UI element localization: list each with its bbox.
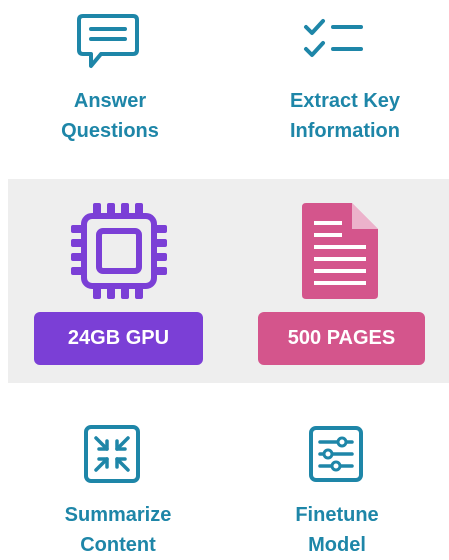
checklist-icon xyxy=(304,19,363,57)
gpu-badge-label: 24GB GPU xyxy=(67,327,170,349)
finetune-model-label: Finetune Model xyxy=(272,500,402,560)
extract-key-information-line1: Extract Key xyxy=(289,90,401,112)
compress-arrows-icon xyxy=(84,425,140,483)
cpu-chip-icon xyxy=(71,203,167,299)
chat-bubble-icon xyxy=(77,14,139,68)
pages-badge-label: 500 PAGES xyxy=(287,327,396,349)
document-icon xyxy=(302,203,378,299)
answer-questions-label: Answer Questions xyxy=(40,86,180,146)
summarize-content-line1: Summarize xyxy=(64,504,172,526)
pages-badge: 500 PAGES xyxy=(258,312,425,365)
answer-questions-line1: Answer xyxy=(73,90,147,112)
gpu-badge: 24GB GPU xyxy=(34,312,203,365)
summarize-content-label: Summarize Content xyxy=(48,500,188,560)
finetune-model-line2: Model xyxy=(308,534,366,556)
sliders-icon xyxy=(309,426,363,482)
finetune-model-line1: Finetune xyxy=(295,504,379,526)
extract-key-information-label: Extract Key Information xyxy=(270,86,420,146)
summarize-content-line2: Content xyxy=(80,534,156,556)
answer-questions-line2: Questions xyxy=(61,120,159,142)
extract-key-information-line2: Information xyxy=(290,120,400,142)
